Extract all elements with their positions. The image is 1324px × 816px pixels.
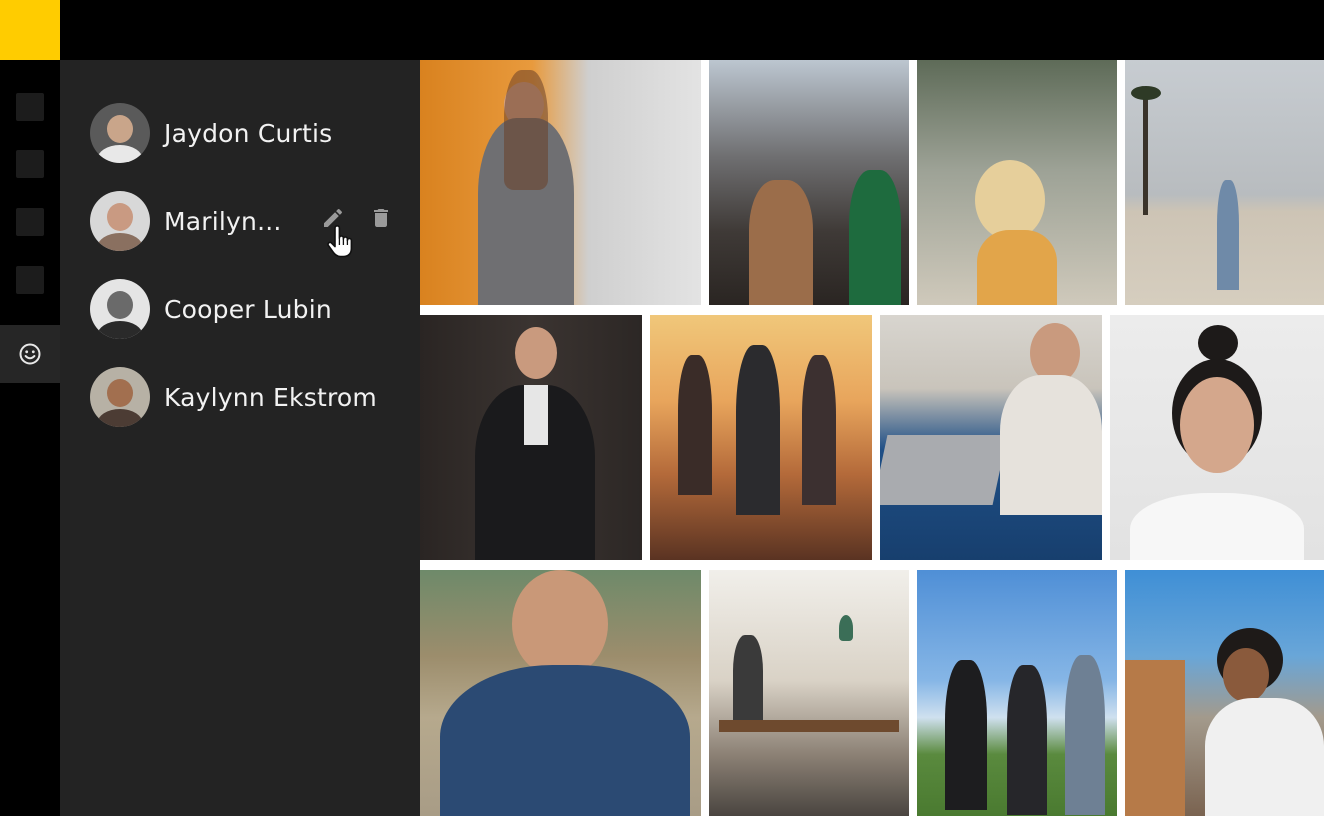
photo-man-suit[interactable] (420, 315, 642, 560)
person-item-hovered[interactable]: Marilyn... (90, 189, 410, 258)
avatar (90, 367, 150, 427)
rail-item-4[interactable] (0, 251, 60, 309)
top-bar (0, 0, 1324, 60)
photo-laptop-picnic[interactable] (880, 315, 1102, 560)
square-icon (16, 150, 44, 178)
people-panel: Jaydon Curtis Marilyn... Cooper Lubin Ka… (60, 60, 420, 816)
rail-item-1[interactable] (0, 78, 60, 136)
person-item[interactable]: Jaydon Curtis (90, 101, 410, 165)
pencil-icon (324, 208, 343, 227)
avatar (90, 103, 150, 163)
photo-man-beach-palm[interactable] (1125, 60, 1324, 305)
rail-item-people[interactable] (0, 325, 60, 383)
rail-item-2[interactable] (0, 135, 60, 193)
photo-woman-grey-blazer[interactable] (420, 60, 701, 305)
person-name: Marilyn... (164, 206, 282, 236)
person-name: Cooper Lubin (164, 294, 332, 324)
photo-woman-hair-bun[interactable] (1110, 315, 1324, 560)
photo-friends-sunset[interactable] (650, 315, 872, 560)
person-name: Kaylynn Ekstrom (164, 382, 377, 412)
icon-rail (0, 60, 60, 816)
photo-cafe-interior[interactable] (709, 570, 909, 816)
photo-friends-heart-hands[interactable] (917, 570, 1117, 816)
photo-woman-curly-hair-city[interactable] (1125, 570, 1324, 816)
photo-smiling-man-patterned-shirt[interactable] (420, 570, 701, 816)
avatar (90, 279, 150, 339)
avatar (90, 191, 150, 251)
rail-item-3[interactable] (0, 193, 60, 251)
edit-button[interactable] (320, 205, 346, 231)
square-icon (16, 266, 44, 294)
photo-blonde-woman-sunlight[interactable] (917, 60, 1117, 305)
person-name: Jaydon Curtis (164, 118, 333, 148)
person-item[interactable]: Kaylynn Ekstrom (90, 365, 410, 429)
photo-grid (420, 60, 1324, 816)
square-icon (16, 93, 44, 121)
smiley-icon (19, 343, 41, 365)
square-icon (16, 208, 44, 236)
delete-button[interactable] (368, 205, 394, 231)
person-item[interactable]: Cooper Lubin (90, 277, 410, 341)
brand-logo-block[interactable] (0, 0, 60, 60)
trash-icon (374, 209, 388, 227)
person-actions (320, 205, 394, 231)
photo-city-crosswalk[interactable] (709, 60, 909, 305)
